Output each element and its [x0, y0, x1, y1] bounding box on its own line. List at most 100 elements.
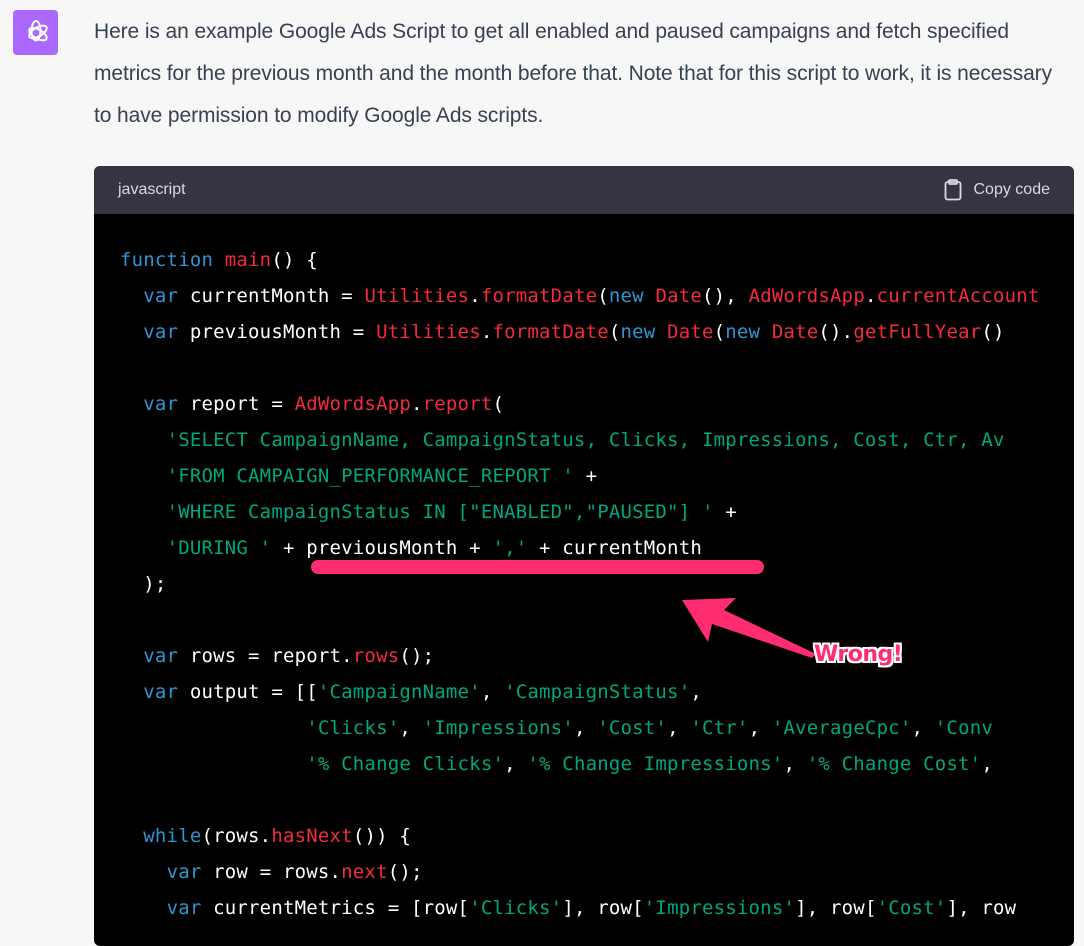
code-token: previousMonth =: [178, 321, 377, 343]
annotation-underline: [311, 560, 764, 574]
code-token: currentAccount: [876, 285, 1040, 307]
code-token: var: [143, 285, 179, 307]
code-token: (): [981, 321, 1005, 343]
code-token: output = [[: [178, 681, 318, 703]
code-token: var: [166, 861, 202, 883]
code-token: 'Cost': [597, 717, 668, 739]
code-token: '% Change Impressions': [527, 753, 784, 775]
code-token: .: [410, 393, 423, 415]
code-token: ,: [573, 717, 598, 739]
code-token: 'Clicks': [469, 897, 563, 919]
code-token: '% Change Cost': [806, 753, 982, 775]
copy-code-button[interactable]: Copy code: [944, 179, 1051, 201]
code-line: 'SELECT CampaignName, CampaignStatus, Cl…: [120, 422, 1074, 458]
code-token: 'WHERE CampaignStatus IN ["ENABLED","PAU…: [166, 501, 714, 523]
code-token: );: [120, 573, 167, 595]
code-line: var report = AdWordsApp.report(: [120, 386, 1074, 422]
code-token: Utilities: [376, 321, 481, 343]
code-token: 'CampaignStatus': [504, 681, 691, 703]
code-token: report: [422, 393, 493, 415]
code-token: main: [224, 249, 272, 271]
code-token: new: [608, 285, 644, 307]
code-token: .: [469, 285, 481, 307]
code-token: 'Impressions': [422, 717, 574, 739]
code-token: rows = report.: [178, 645, 353, 667]
assistant-avatar: [13, 10, 58, 55]
code-token: ], row[: [795, 897, 877, 919]
code-token: 'Ctr': [690, 717, 749, 739]
code-token: currentMetrics = [row[: [201, 897, 470, 919]
code-token: currentMonth =: [178, 285, 365, 307]
code-token: 'FROM CAMPAIGN_PERFORMANCE_REPORT ': [166, 465, 574, 487]
code-token: ,: [748, 717, 772, 739]
code-token: report =: [178, 393, 295, 415]
code-token: ,: [504, 753, 528, 775]
code-line: 'WHERE CampaignStatus IN ["ENABLED","PAU…: [120, 494, 1074, 530]
code-token: ], row: [946, 897, 1017, 919]
code-token: ,: [981, 753, 993, 775]
code-token: new: [620, 321, 656, 343]
code-token: ,: [399, 717, 423, 739]
code-line: while(rows.hasNext()) {: [120, 818, 1074, 854]
code-token: function: [120, 249, 214, 271]
code-line: var currentMetrics = [row['Clicks'], row…: [120, 890, 1074, 926]
code-header: javascript Copy code: [94, 166, 1074, 214]
code-line: '% Change Clicks', '% Change Impressions…: [120, 746, 1074, 782]
code-token: + currentMonth: [527, 537, 702, 559]
code-token: ',': [492, 537, 528, 559]
assistant-message: Here is an example Google Ads Script to …: [94, 20, 1052, 127]
code-token: (: [608, 321, 621, 343]
code-token: while: [143, 825, 202, 847]
code-line: var row = rows.next();: [120, 854, 1074, 890]
code-token: 'DURING ': [166, 537, 272, 559]
code-token: (: [597, 285, 609, 307]
code-token: ,: [480, 681, 505, 703]
code-token: ()) {: [352, 825, 412, 847]
code-token: row = rows.: [201, 861, 342, 883]
code-token: ().: [818, 321, 854, 343]
code-token: Utilities: [364, 285, 470, 307]
code-token: Date: [771, 321, 819, 343]
annotation-label: Wrong!: [814, 642, 903, 667]
code-token: Date: [655, 285, 702, 307]
code-token: Date: [667, 321, 714, 343]
copy-code-label: Copy code: [973, 181, 1051, 198]
code-line: var currentMonth = Utilities.formatDate(…: [120, 278, 1074, 314]
code-token: getFullYear: [853, 321, 982, 343]
code-token: 'Cost': [876, 897, 947, 919]
code-token: var: [143, 681, 179, 703]
code-token: ,: [783, 753, 807, 775]
code-token: 'SELECT CampaignName, CampaignStatus, Cl…: [166, 429, 1005, 451]
code-token: AdWordsApp: [748, 285, 865, 307]
code-token: 'CampaignName': [317, 681, 481, 703]
code-token: '% Change Clicks': [306, 753, 505, 775]
code-token: next: [341, 861, 388, 883]
code-token: var: [143, 645, 179, 667]
code-token: formatDate: [480, 285, 598, 307]
code-token: (: [492, 393, 505, 415]
code-token: ,: [911, 717, 935, 739]
code-token: AdWordsApp: [294, 393, 411, 415]
code-token: rows: [352, 645, 400, 667]
code-line: var output = [['CampaignName', 'Campaign…: [120, 674, 1074, 710]
code-token: ,: [690, 681, 702, 703]
code-token: (),: [702, 285, 749, 307]
code-token: ();: [399, 645, 435, 667]
code-token: .: [864, 285, 877, 307]
openai-logo-icon: [27, 19, 48, 41]
code-line: function main() {: [120, 242, 1074, 278]
